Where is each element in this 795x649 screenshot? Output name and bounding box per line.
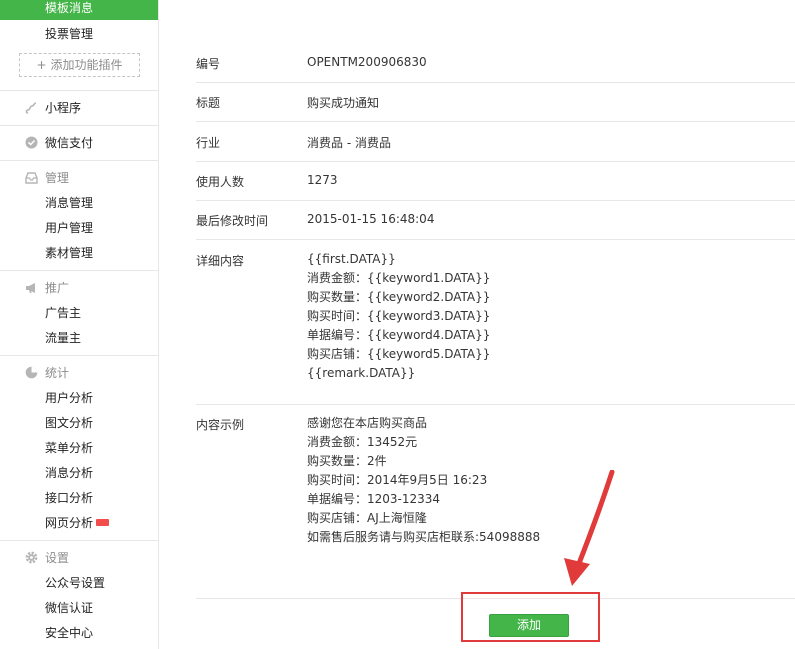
example-line: 购买数量：2件 bbox=[307, 454, 387, 468]
add-plugin-label: 添加功能插件 bbox=[50, 58, 123, 72]
example-line: 购买时间：2014年9月5日 16:23 bbox=[307, 473, 488, 487]
divider bbox=[0, 355, 158, 356]
divider bbox=[0, 540, 158, 541]
sidebar-group-settings: 设置 bbox=[24, 549, 69, 566]
content-line: 单据编号：{{keyword4.DATA}} bbox=[307, 328, 491, 342]
inbox-icon bbox=[24, 171, 38, 185]
detail-row-content: 详细内容 {{first.DATA}} 消费金额：{{keyword1.DATA… bbox=[196, 240, 795, 405]
example-line: 购买店铺：AJ上海恒隆 bbox=[307, 511, 427, 525]
sidebar-item-wechat-verify[interactable]: 微信认证 bbox=[45, 599, 93, 616]
detail-label: 行业 bbox=[196, 136, 221, 150]
sidebar-item-publisher[interactable]: 流量主 bbox=[45, 329, 81, 346]
gear-icon bbox=[24, 551, 38, 565]
sidebar-item-menu-analysis[interactable]: 菜单分析 bbox=[45, 439, 93, 456]
annotation-arrow-icon bbox=[564, 470, 615, 586]
sidebar-item-mini-program[interactable]: 小程序 bbox=[24, 99, 81, 116]
example-line: 感谢您在本店购买商品 bbox=[307, 416, 428, 430]
divider bbox=[0, 125, 158, 126]
detail-row-example: 内容示例 感谢您在本店购买商品 消费金额：13452元 购买数量：2件 购买时间… bbox=[196, 405, 795, 599]
sidebar-item-security-center[interactable]: 安全中心 bbox=[45, 624, 93, 641]
divider bbox=[0, 160, 158, 161]
detail-value: 2015-01-15 16:48:04 bbox=[307, 212, 435, 226]
sidebar-item-web-analysis[interactable]: 网页分析 bbox=[45, 514, 110, 531]
content-line: 购买数量：{{keyword2.DATA}} bbox=[307, 290, 491, 304]
template-detail-panel: 编号 OPENTM200906830 标题 购买成功通知 行业 消费品 - 消费… bbox=[159, 0, 795, 649]
detail-value: 购买成功通知 bbox=[307, 96, 380, 110]
sidebar-item-user-analysis[interactable]: 用户分析 bbox=[45, 389, 93, 406]
detail-row-users: 使用人数 1273 bbox=[196, 162, 795, 201]
content-template: {{first.DATA}} 消费金额：{{keyword1.DATA}} 购买… bbox=[307, 250, 490, 383]
detail-label: 详细内容 bbox=[196, 254, 245, 268]
divider bbox=[0, 90, 158, 91]
example-line: 如需售后服务请与购买店柜联系:54098888 bbox=[307, 530, 541, 544]
detail-value: 1273 bbox=[307, 173, 338, 187]
stats-group-label: 统计 bbox=[45, 366, 70, 380]
add-plugin-button[interactable]: + 添加功能插件 bbox=[19, 53, 140, 77]
web-analysis-label: 网页分析 bbox=[45, 516, 94, 530]
sidebar-item-account-settings[interactable]: 公众号设置 bbox=[45, 574, 105, 591]
detail-label: 最后修改时间 bbox=[196, 214, 269, 228]
plus-icon: + bbox=[36, 58, 47, 72]
sidebar: 模板消息 投票管理 + 添加功能插件 小程序 微信支付 管理 消息管理 用户管理 … bbox=[0, 0, 159, 649]
example-line: 单据编号：1203-12334 bbox=[307, 492, 441, 506]
sidebar-item-user-manage[interactable]: 用户管理 bbox=[45, 219, 93, 236]
sidebar-item-material-manage[interactable]: 素材管理 bbox=[45, 244, 93, 261]
add-button[interactable]: 添加 bbox=[489, 614, 569, 637]
sidebar-group-stats: 统计 bbox=[24, 364, 69, 381]
settings-group-label: 设置 bbox=[45, 551, 70, 565]
content-line: {{remark.DATA}} bbox=[307, 366, 416, 380]
sidebar-item-advertiser[interactable]: 广告主 bbox=[45, 304, 81, 321]
sidebar-item-message-manage[interactable]: 消息管理 bbox=[45, 194, 93, 211]
detail-row-industry: 行业 消费品 - 消费品 bbox=[196, 122, 795, 162]
sidebar-item-api-analysis[interactable]: 接口分析 bbox=[45, 489, 93, 506]
content-line: 消费金额：{{keyword1.DATA}} bbox=[307, 271, 491, 285]
megaphone-icon bbox=[24, 281, 38, 295]
sidebar-item-vote-manage[interactable]: 投票管理 bbox=[45, 25, 93, 42]
content-line: {{first.DATA}} bbox=[307, 252, 396, 266]
detail-row-id: 编号 OPENTM200906830 bbox=[196, 44, 795, 83]
example-line: 消费金额：13452元 bbox=[307, 435, 418, 449]
sidebar-group-promote: 推广 bbox=[24, 279, 69, 296]
sidebar-item-article-analysis[interactable]: 图文分析 bbox=[45, 414, 93, 431]
new-badge-icon bbox=[96, 519, 110, 526]
sidebar-group-manage: 管理 bbox=[24, 169, 69, 186]
mini-program-icon bbox=[24, 101, 38, 115]
wechat-pay-icon bbox=[24, 136, 38, 150]
detail-value: 消费品 - 消费品 bbox=[307, 136, 391, 150]
sidebar-item-wechat-pay[interactable]: 微信支付 bbox=[24, 134, 93, 151]
content-example: 感谢您在本店购买商品 消费金额：13452元 购买数量：2件 购买时间：2014… bbox=[307, 414, 540, 547]
mini-program-label: 小程序 bbox=[45, 101, 82, 115]
pie-chart-icon bbox=[24, 366, 38, 380]
divider bbox=[0, 270, 158, 271]
detail-label: 编号 bbox=[196, 57, 221, 71]
content-line: 购买店铺：{{keyword5.DATA}} bbox=[307, 347, 491, 361]
wechat-pay-label: 微信支付 bbox=[45, 136, 94, 150]
detail-row-title: 标题 购买成功通知 bbox=[196, 83, 795, 122]
manage-group-label: 管理 bbox=[45, 171, 70, 185]
content-line: 购买时间：{{keyword3.DATA}} bbox=[307, 309, 491, 323]
detail-row-modified: 最后修改时间 2015-01-15 16:48:04 bbox=[196, 201, 795, 240]
detail-label: 标题 bbox=[196, 96, 221, 110]
sidebar-item-message-analysis[interactable]: 消息分析 bbox=[45, 464, 93, 481]
sidebar-item-template-messages[interactable]: 模板消息 bbox=[0, 0, 158, 20]
promote-group-label: 推广 bbox=[45, 281, 70, 295]
detail-value: OPENTM200906830 bbox=[307, 55, 427, 69]
detail-label: 使用人数 bbox=[196, 175, 245, 189]
detail-label: 内容示例 bbox=[196, 418, 245, 432]
